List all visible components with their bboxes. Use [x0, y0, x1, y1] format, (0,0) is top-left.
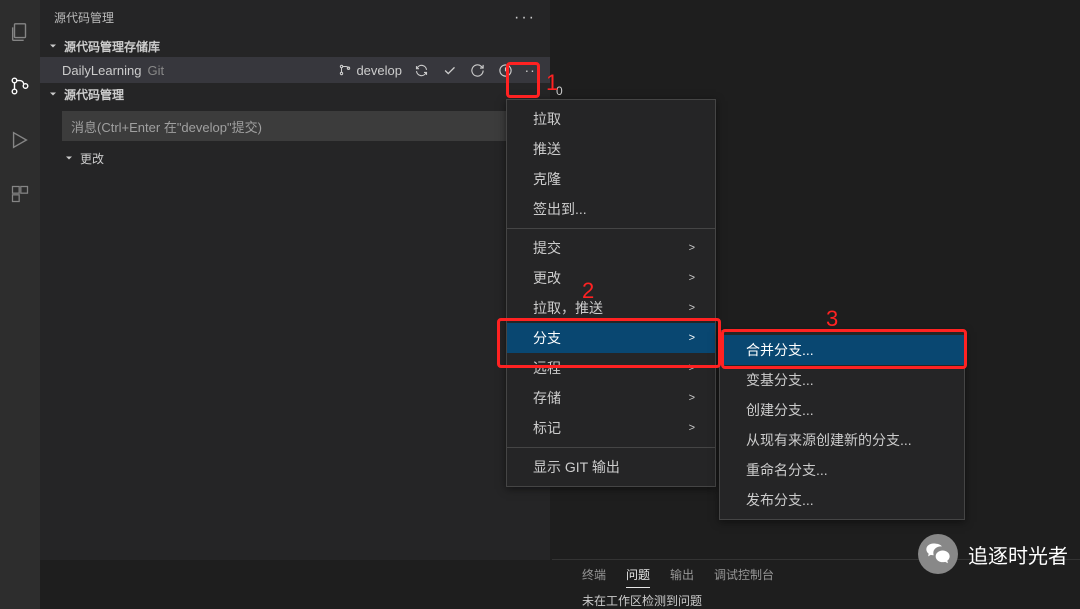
panel-more-icon[interactable]: ··· — [514, 9, 536, 27]
context-menu-main: 拉取推送克隆签出到... 提交>更改>拉取，推送>分支>远程>存储>标记> 显示 G… — [506, 99, 716, 487]
menu-item[interactable]: 变基分支... — [720, 365, 964, 395]
commit-message-input[interactable]: 消息(Ctrl+Enter 在"develop"提交) — [62, 111, 540, 141]
activity-bar — [0, 0, 40, 609]
bottom-tab[interactable]: 终端 — [582, 566, 606, 588]
scm-section-header[interactable]: 源代码管理 — [40, 83, 550, 105]
section-label: 更改 — [80, 150, 104, 167]
more-icon[interactable]: ··· — [524, 61, 542, 79]
branch-indicator[interactable]: develop — [338, 63, 402, 78]
chevron-right-icon: > — [689, 302, 695, 314]
files-icon[interactable] — [8, 20, 32, 44]
annotation-3: 3 — [826, 306, 838, 332]
panel-title: 源代码管理 — [54, 9, 114, 26]
chevron-right-icon: > — [689, 362, 695, 374]
menu-item[interactable]: 标记> — [507, 413, 715, 443]
repo-section-header[interactable]: 源代码管理存储库 — [40, 35, 550, 57]
menu-item[interactable]: 创建分支... — [720, 395, 964, 425]
sync-icon[interactable] — [412, 61, 430, 79]
menu-item[interactable]: 显示 GIT 输出 — [507, 452, 715, 482]
menu-item[interactable]: 拉取 — [507, 104, 715, 134]
menu-item[interactable]: 合并分支... — [720, 335, 964, 365]
check-icon[interactable] — [440, 61, 458, 79]
section-label: 源代码管理 — [64, 86, 124, 103]
extensions-icon[interactable] — [8, 182, 32, 206]
chevron-down-icon — [46, 39, 60, 53]
repo-type: Git — [148, 63, 165, 78]
bottom-tab[interactable]: 调试控制台 — [714, 566, 774, 588]
changes-section-header[interactable]: 更改 — [40, 147, 550, 169]
menu-item[interactable]: 存储> — [507, 383, 715, 413]
refresh-icon[interactable] — [468, 61, 486, 79]
watermark: 追逐时光者 — [918, 534, 1068, 574]
bottom-tab[interactable]: 问题 — [626, 566, 650, 588]
section-label: 源代码管理存储库 — [64, 38, 160, 55]
chevron-right-icon: > — [689, 392, 695, 404]
menu-item[interactable]: 更改> — [507, 263, 715, 293]
chevron-right-icon: > — [689, 422, 695, 434]
chevron-right-icon: > — [689, 332, 695, 344]
bottom-text: 未在工作区检测到问题 — [552, 588, 1080, 609]
annotation-2: 2 — [582, 278, 594, 304]
menu-item[interactable]: 签出到... — [507, 194, 715, 224]
source-control-icon[interactable] — [8, 74, 32, 98]
chevron-right-icon: > — [689, 272, 695, 284]
repo-actions: develop ··· — [338, 61, 542, 79]
chevron-right-icon: > — [689, 242, 695, 254]
bottom-tab[interactable]: 输出 — [670, 566, 694, 588]
menu-item[interactable]: 分支> — [507, 323, 715, 353]
run-icon[interactable] — [8, 128, 32, 152]
chevron-down-icon — [46, 87, 60, 101]
history-icon[interactable] — [496, 61, 514, 79]
menu-separator — [507, 447, 715, 448]
context-menu-branch: 合并分支...变基分支...创建分支...从现有来源创建新的分支...重命名分支… — [719, 330, 965, 520]
menu-separator — [507, 228, 715, 229]
scm-panel: 源代码管理 ··· 源代码管理存储库 DailyLearning Git dev… — [40, 0, 550, 560]
menu-item[interactable]: 提交> — [507, 233, 715, 263]
menu-item[interactable]: 远程> — [507, 353, 715, 383]
menu-item[interactable]: 发布分支... — [720, 485, 964, 515]
repo-row[interactable]: DailyLearning Git develop ··· — [40, 57, 550, 83]
repo-name: DailyLearning — [62, 63, 142, 78]
menu-item[interactable]: 拉取，推送> — [507, 293, 715, 323]
menu-item[interactable]: 重命名分支... — [720, 455, 964, 485]
panel-header: 源代码管理 ··· — [40, 0, 550, 35]
menu-item[interactable]: 从现有来源创建新的分支... — [720, 425, 964, 455]
wechat-icon — [918, 534, 958, 574]
chevron-down-icon — [62, 151, 76, 165]
annotation-1: 1 — [546, 70, 558, 96]
menu-item[interactable]: 克隆 — [507, 164, 715, 194]
menu-item[interactable]: 推送 — [507, 134, 715, 164]
